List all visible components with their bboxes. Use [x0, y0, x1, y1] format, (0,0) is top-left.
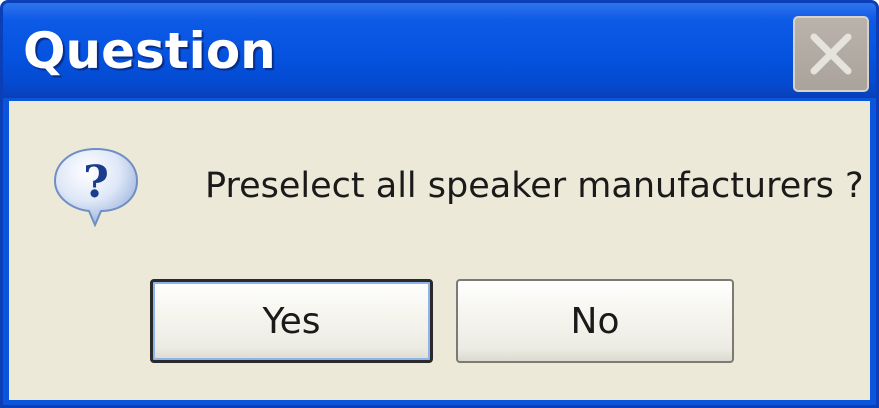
dialog-body: ? Preselect all speaker manufacturers ? … — [9, 101, 870, 400]
question-icon: ? — [53, 147, 139, 227]
svg-text:?: ? — [83, 157, 109, 208]
title-bar[interactable]: Question — [3, 3, 876, 98]
yes-button[interactable]: Yes — [150, 279, 433, 363]
dialog-message: Preselect all speaker manufacturers ? — [205, 166, 864, 206]
window-title: Question — [23, 22, 276, 80]
close-button[interactable] — [793, 16, 869, 92]
close-icon — [810, 33, 852, 75]
dialog-window: Question ? Preselect all speaker manufac… — [0, 0, 879, 408]
yes-button-label: Yes — [262, 300, 321, 342]
no-button[interactable]: No — [456, 279, 734, 363]
no-button-label: No — [570, 300, 620, 342]
